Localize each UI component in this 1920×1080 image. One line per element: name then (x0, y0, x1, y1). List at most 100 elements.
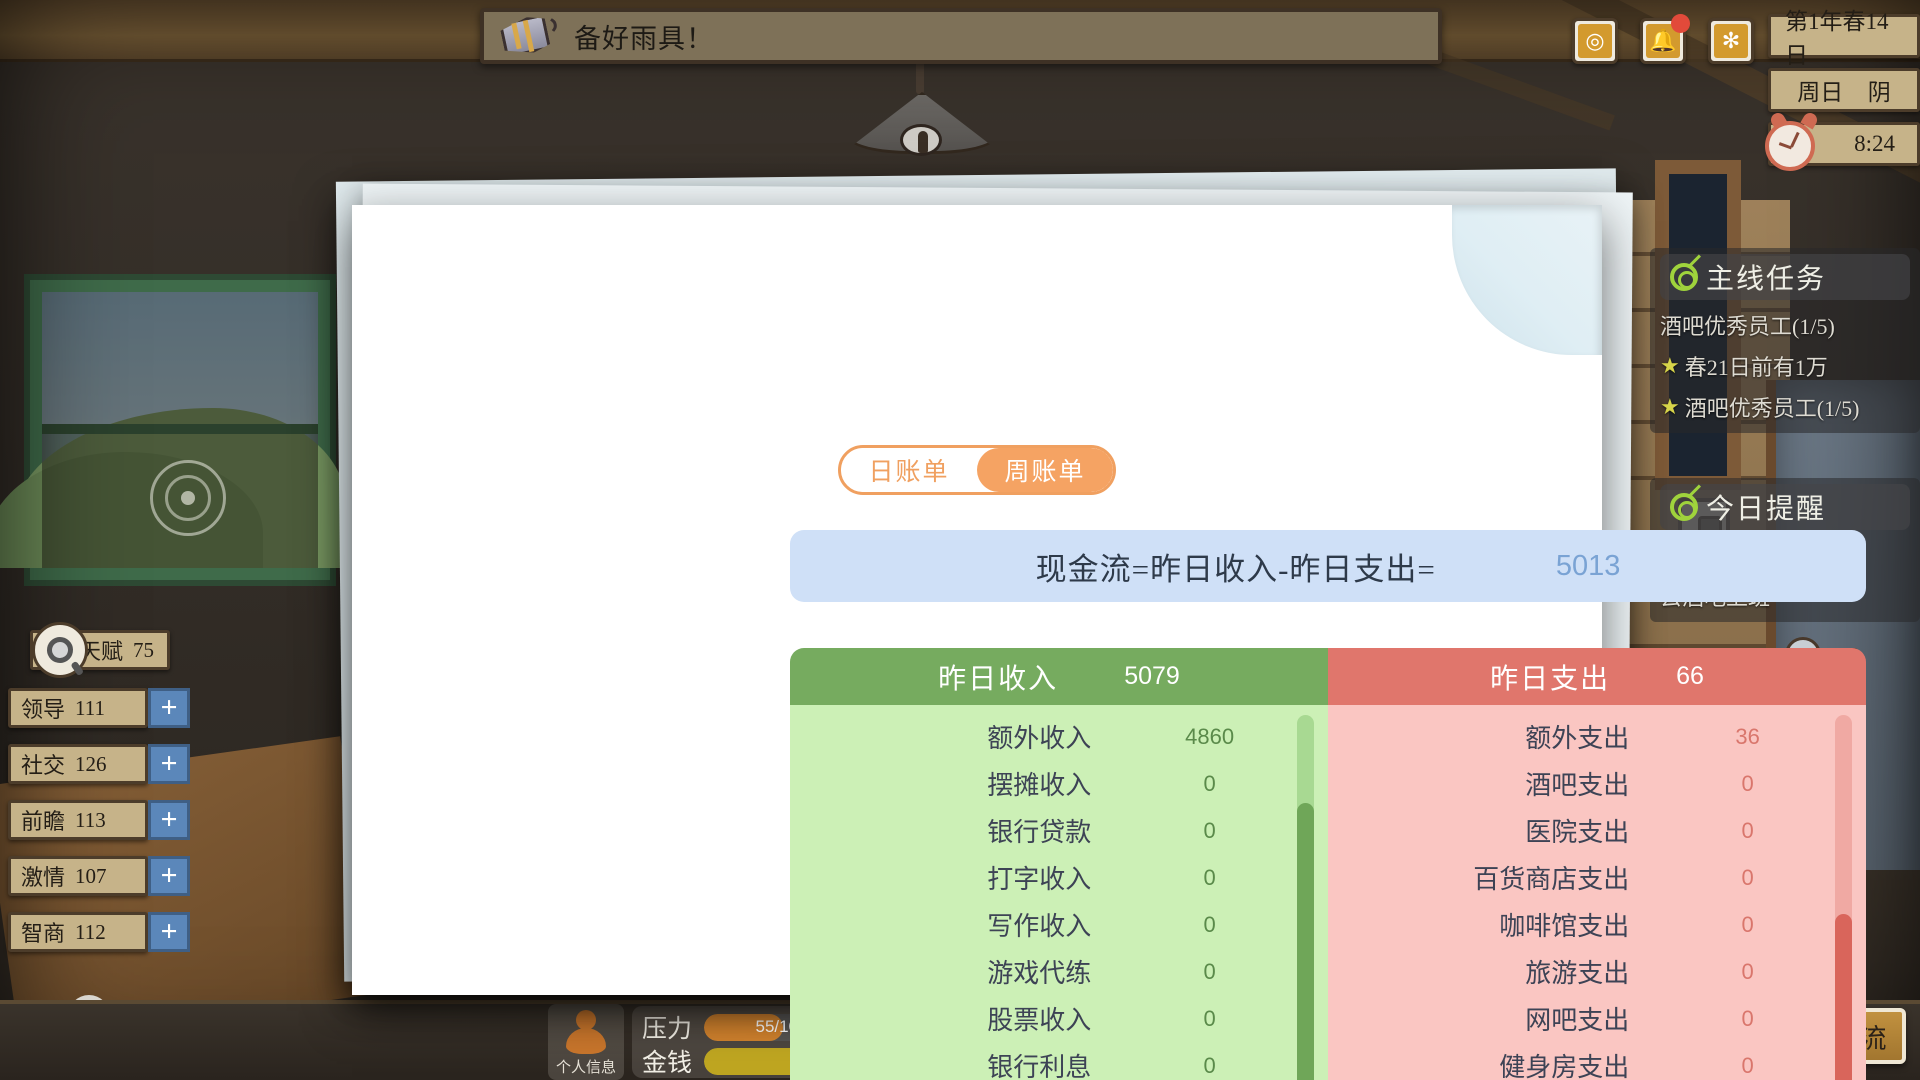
stat-foresight: 前瞻 113 + (8, 800, 190, 840)
today-reminder-title: 今日提醒 (1706, 494, 1827, 525)
ledger-row-name: 写作收入 (987, 912, 1092, 941)
ledger-row-name: 股票收入 (987, 1006, 1092, 1035)
income-scrollbar-thumb[interactable] (1297, 802, 1314, 1080)
lamp-cord (916, 60, 924, 94)
ledger-row: 酒吧支出 0 (1328, 760, 1866, 807)
paper-corner-fold (1452, 205, 1602, 355)
announcement-text: 备好雨具！ (574, 23, 714, 54)
ledger-row: 摆摊收入 0 (790, 760, 1328, 807)
ledger-row: 额外支出 36 (1328, 713, 1866, 760)
ledger-row-value: 0 (1741, 911, 1754, 937)
cashflow-formula-label: 现金流=昨日收入-昨日支出= (1035, 551, 1436, 587)
star-icon: ★ (1660, 353, 1680, 378)
ledger-table: 昨日收入 5079 额外收入 4860 摆摊收入 0 银行贷款 0 打字收入 0 写作收入 0 游戏… (790, 648, 1866, 1080)
star-icon: ★ (1660, 394, 1680, 419)
money-label: 金钱 (642, 1050, 693, 1077)
ledger-row-name: 旅游支出 (1525, 959, 1630, 988)
expense-scrollbar-thumb[interactable] (1835, 914, 1852, 1080)
expense-column: 昨日支出 66 额外支出 36 酒吧支出 0 医院支出 0 百货商店支出 0 咖啡馆支出 0 旅游支… (1328, 648, 1866, 1080)
stat-foresight-label: 前瞻 (21, 809, 66, 834)
cashflow-summary: 现金流=昨日收入-昨日支出= 5013 (790, 530, 1866, 602)
ledger-row-value: 0 (1203, 1052, 1216, 1078)
stat-iq-plus-button[interactable]: + (148, 912, 190, 952)
game-time-text: 8:24 (1854, 131, 1895, 156)
ledger-row-value: 0 (1741, 1005, 1754, 1031)
ledger-row-name: 额外收入 (987, 724, 1092, 753)
settings-button[interactable]: ✻ (1708, 18, 1754, 64)
stat-leadership-label: 领导 (21, 697, 66, 722)
tab-daily-ledger-label: 日账单 (868, 459, 950, 486)
ledger-row: 额外收入 4860 (790, 713, 1328, 760)
ledger-row: 股票收入 0 (790, 995, 1328, 1042)
stat-social-plus-button[interactable]: + (148, 744, 190, 784)
stat-social-label: 社交 (21, 753, 66, 778)
main-quest-item: ★ 酒吧优秀员工(1/5) (1660, 391, 1910, 423)
main-quest-item-text: 酒吧优秀员工(1/5) (1684, 396, 1860, 421)
expense-header: 昨日支出 66 (1328, 648, 1866, 705)
stat-social-value: 126 (75, 751, 107, 776)
main-quest-subtitle-text: 酒吧优秀员工(1/5) (1660, 314, 1835, 339)
weekday-text: 周日 (1797, 80, 1844, 105)
stress-label: 压力 (642, 1016, 693, 1043)
expense-scrollbar[interactable] (1835, 715, 1852, 1080)
ledger-row-value: 0 (1741, 864, 1754, 890)
expense-header-label: 昨日支出 (1490, 663, 1611, 695)
plus-icon: + (160, 915, 178, 948)
magnifier-icon[interactable] (32, 622, 88, 678)
income-scrollbar[interactable] (1297, 715, 1314, 1080)
ledger-row: 写作收入 0 (790, 901, 1328, 948)
alarm-clock-icon (1765, 110, 1820, 171)
income-header-label: 昨日收入 (938, 663, 1059, 695)
tab-daily-ledger[interactable]: 日账单 (841, 448, 977, 492)
stat-social-plate: 社交 126 (8, 744, 148, 784)
ledger-row: 游戏代练 0 (790, 948, 1328, 995)
tab-weekly-ledger-label: 周账单 (1004, 459, 1086, 486)
notification-button[interactable]: 🔔 (1640, 14, 1690, 64)
stat-talent[interactable]: 天赋 75 (30, 622, 170, 678)
ledger-modal: 日账单 周账单 现金流=昨日收入-昨日支出= 5013 昨日收入 5079 额外… (352, 205, 1866, 1080)
stat-passion: 激情 107 + (8, 856, 190, 896)
stat-foresight-plus-button[interactable]: + (148, 800, 190, 840)
ledger-row-value: 0 (1203, 958, 1216, 984)
goal-button[interactable]: ◎ (1572, 18, 1618, 64)
avatar-button[interactable]: 个人信息 (548, 1004, 624, 1080)
stat-passion-plate: 激情 107 (8, 856, 148, 896)
ledger-row-value: 0 (1203, 817, 1216, 843)
tab-weekly-ledger[interactable]: 周账单 (977, 448, 1113, 492)
ledger-row-name: 咖啡馆支出 (1499, 912, 1630, 941)
stat-passion-plus-button[interactable]: + (148, 856, 190, 896)
target-icon (1670, 254, 1702, 291)
ledger-row-name: 网吧支出 (1525, 1006, 1630, 1035)
stat-social: 社交 126 + (8, 744, 190, 784)
ledger-row: 百货商店支出 0 (1328, 854, 1866, 901)
plus-icon: + (160, 803, 178, 836)
ledger-row: 银行利息 0 (790, 1042, 1328, 1080)
stat-leadership-plus-button[interactable]: + (148, 688, 190, 728)
ledger-row: 咖啡馆支出 0 (1328, 901, 1866, 948)
stat-leadership-value: 111 (75, 695, 105, 720)
ledger-row: 旅游支出 0 (1328, 948, 1866, 995)
stat-foresight-value: 113 (75, 807, 106, 832)
ledger-row: 网吧支出 0 (1328, 995, 1866, 1042)
ledger-row-name: 酒吧支出 (1525, 771, 1630, 800)
ledger-row-value: 36 (1735, 723, 1760, 749)
main-quest-header: 主线任务 (1660, 254, 1910, 300)
ledger-row-name: 医院支出 (1525, 818, 1630, 847)
ledger-row-name: 银行贷款 (987, 818, 1092, 847)
weather-text: 阴 (1867, 80, 1891, 105)
ledger-row-value: 0 (1203, 864, 1216, 890)
ledger-row-value: 0 (1741, 1052, 1754, 1078)
stat-iq-value: 112 (75, 919, 106, 944)
ledger-row-name: 游戏代练 (987, 959, 1092, 988)
income-list[interactable]: 额外收入 4860 摆摊收入 0 银行贷款 0 打字收入 0 写作收入 0 游戏代练 0 股票收入 0 银行… (790, 705, 1328, 1080)
ledger-row-name: 银行利息 (987, 1053, 1092, 1080)
ledger-row-name: 百货商店支出 (1473, 865, 1630, 894)
expense-list[interactable]: 额外支出 36 酒吧支出 0 医院支出 0 百货商店支出 0 咖啡馆支出 0 旅游支出 0 网吧支出 0 健… (1328, 705, 1866, 1080)
ledger-row: 健身房支出 0 (1328, 1042, 1866, 1080)
avatar-icon (566, 1010, 606, 1054)
ledger-row-value: 0 (1203, 770, 1216, 796)
interaction-ring-icon (150, 460, 226, 536)
main-quest-panel[interactable]: 主线任务 酒吧优秀员工(1/5) ★ 春21日前有1万 ★ 酒吧优秀员工(1/5… (1650, 248, 1920, 433)
ledger-row-name: 额外支出 (1525, 724, 1630, 753)
weekday-weather: 周日 阴 (1768, 68, 1920, 112)
